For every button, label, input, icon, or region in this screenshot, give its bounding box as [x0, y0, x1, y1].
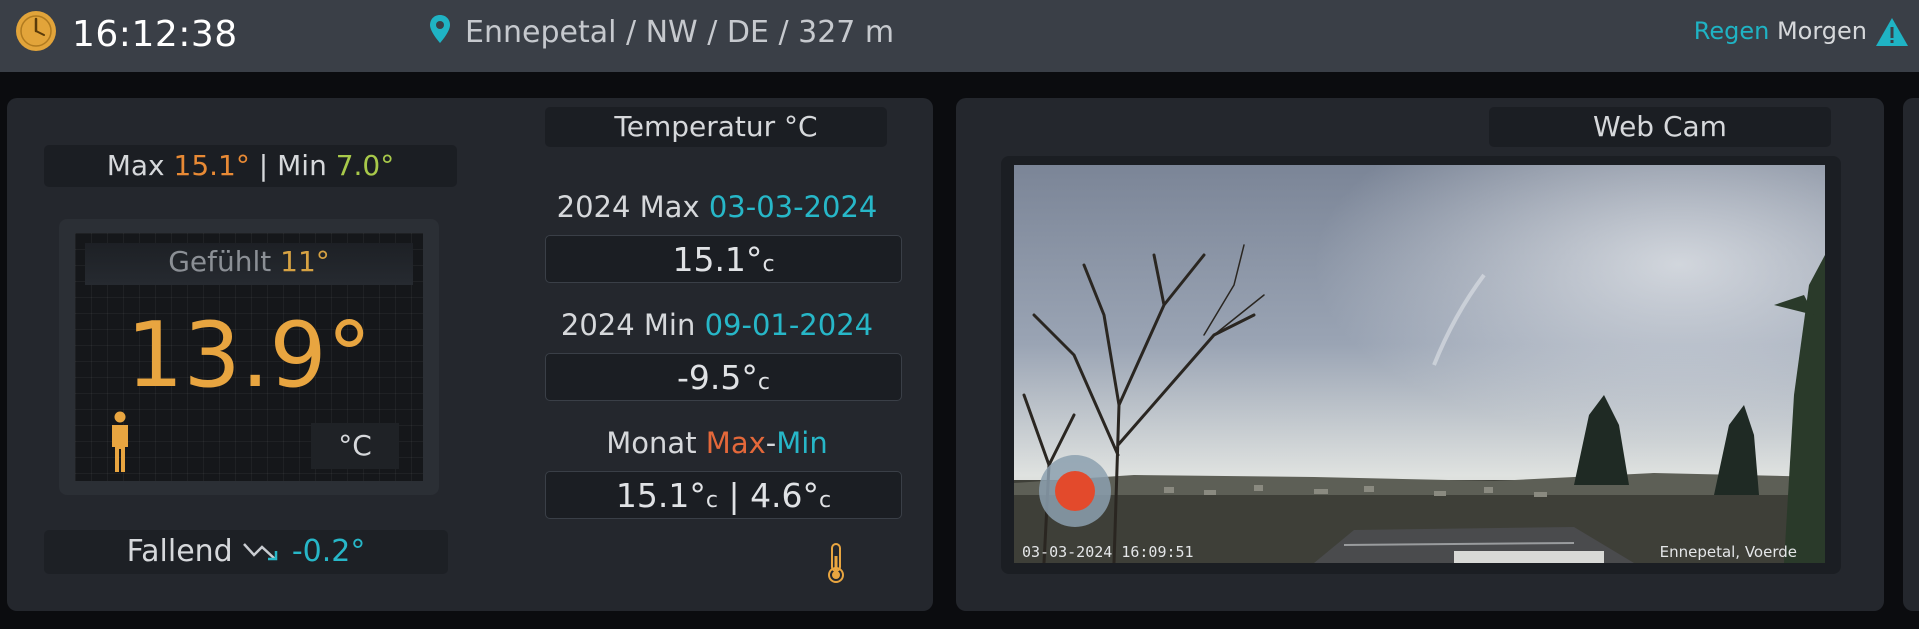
month-separator: |: [728, 476, 740, 515]
year-min-heading: 2024 Min 09-01-2024: [527, 308, 907, 342]
webcam-title: Web Cam: [1489, 107, 1831, 147]
unit-c: c: [705, 488, 718, 513]
month-max-value: 15.1°: [615, 476, 706, 515]
year-max-label: 2024 Max: [556, 190, 700, 224]
trend-value: -0.2°: [291, 534, 366, 569]
temperature-panel: Max 15.1° | Min 7.0° Gefühlt 11° 13.9° °…: [7, 98, 933, 611]
month-min-word: Min: [776, 426, 828, 460]
forecast-day: Morgen: [1776, 17, 1867, 45]
station-location: Ennepetal / NW / DE / 327 m: [465, 15, 895, 50]
year-max-box: 15.1°c: [545, 235, 902, 283]
next-panel-edge: [1903, 98, 1919, 611]
person-icon: [112, 411, 128, 472]
trend-label: Fallend: [126, 534, 233, 569]
temperature-trend: Fallend -0.2°: [44, 530, 448, 574]
current-temperature-display: Gefühlt 11° 13.9° °C: [59, 219, 439, 495]
month-max-word: Max: [705, 426, 766, 460]
today-max-min: Max 15.1° | Min 7.0°: [44, 145, 457, 187]
year-min-date: 09-01-2024: [704, 308, 874, 342]
max-min-separator: |: [258, 149, 269, 182]
unit-c: c: [757, 370, 770, 395]
max-label: Max: [106, 149, 165, 182]
record-icon[interactable]: [1039, 455, 1111, 527]
month-label: Monat: [606, 426, 697, 460]
year-min-box: -9.5°c: [545, 353, 902, 401]
current-time: 16:12:38: [72, 14, 238, 55]
min-value: 7.0°: [335, 149, 395, 182]
webcam-image[interactable]: 03-03-2024 16:09:51 Ennepetal, Voerde: [1014, 165, 1825, 563]
temperature-unit: °C: [311, 423, 399, 469]
webcam-timestamp: 03-03-2024 16:09:51: [1022, 543, 1194, 561]
year-min-label: 2024 Min: [560, 308, 696, 342]
webcam-panel: Web Cam 03-03-2024 16:09:51 Ennepetal, V…: [956, 98, 1884, 611]
current-temperature: 13.9°: [126, 303, 372, 408]
webcam-place: Ennepetal, Voerde: [1659, 543, 1797, 561]
month-max-min-box: 15.1°c | 4.6°c: [545, 471, 902, 519]
min-label: Min: [277, 149, 327, 182]
feels-like-value: 11°: [280, 245, 330, 278]
webcam-frame: 03-03-2024 16:09:51 Ennepetal, Voerde: [1001, 156, 1841, 574]
year-max-date: 03-03-2024: [708, 190, 878, 224]
forecast-condition: Regen: [1693, 17, 1770, 45]
feels-like: Gefühlt 11°: [75, 245, 423, 278]
unit-c: c: [819, 488, 832, 513]
top-bar: 16:12:38 Ennepetal / NW / DE / 327 m Reg…: [0, 0, 1919, 72]
location-pin-icon: [430, 15, 450, 43]
unit-c: c: [762, 252, 775, 277]
webcam-scene: [1014, 165, 1825, 563]
max-value: 15.1°: [173, 149, 250, 182]
month-heading: Monat Max-Min: [527, 426, 907, 460]
trend-down-icon: [243, 543, 278, 561]
warning-icon[interactable]: [1875, 16, 1909, 48]
clock-icon: [16, 11, 56, 51]
thermometer-icon[interactable]: [825, 542, 847, 584]
feels-like-label: Gefühlt: [168, 245, 272, 278]
year-max-value: 15.1°: [672, 240, 763, 279]
temperature-section-title: Temperatur °C: [545, 107, 887, 147]
year-max-heading: 2024 Max 03-03-2024: [527, 190, 907, 224]
forecast-text[interactable]: Regen Morgen: [1694, 17, 1867, 45]
temperature-screen: Gefühlt 11° 13.9° °C: [75, 233, 423, 481]
year-min-value: -9.5°: [677, 358, 758, 397]
month-dash: -: [765, 426, 777, 460]
month-min-value: 4.6°: [750, 476, 820, 515]
